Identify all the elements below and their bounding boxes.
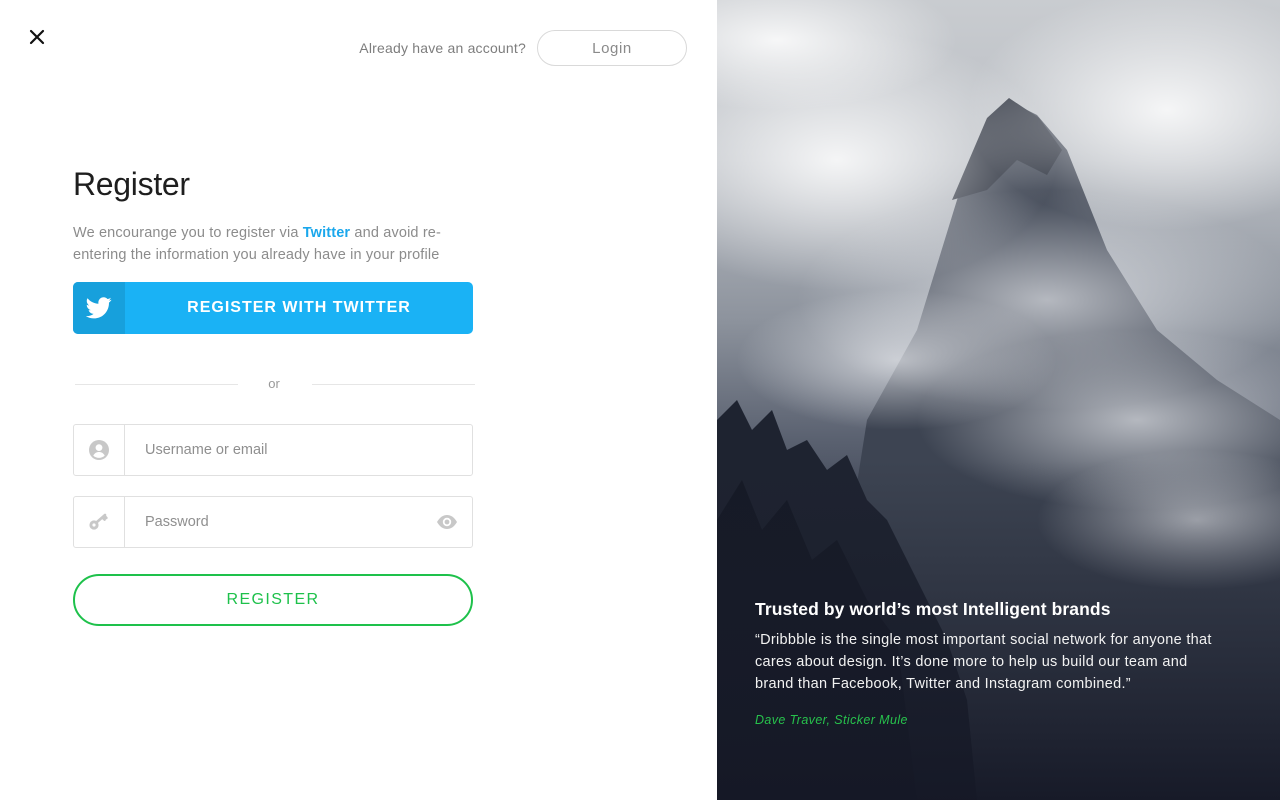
password-input[interactable]: [125, 497, 422, 547]
account-bar: Already have an account? Login: [359, 30, 687, 66]
intro-text-start: We encourange you to register via: [73, 225, 303, 241]
intro-text: We encourange you to register via Twitte…: [73, 222, 473, 266]
hero-image-panel: Trusted by world’s most Intelligent bran…: [717, 0, 1280, 800]
register-form: Register We encourange you to register v…: [73, 164, 475, 626]
register-panel: Already have an account? Login Register …: [0, 0, 717, 800]
or-divider: or: [73, 374, 475, 394]
register-with-twitter-button[interactable]: REGISTER WITH TWITTER: [73, 282, 473, 334]
user-circle-icon: [74, 425, 125, 475]
twitter-button-label: REGISTER WITH TWITTER: [187, 299, 411, 316]
login-button[interactable]: Login: [537, 30, 687, 66]
username-input[interactable]: [125, 425, 472, 475]
testimonial-author: Dave Traver, Sticker Mule: [755, 713, 908, 727]
testimonial: Trusted by world’s most Intelligent bran…: [755, 597, 1225, 727]
testimonial-title: Trusted by world’s most Intelligent bran…: [755, 599, 1111, 619]
testimonial-quote: “Dribbble is the single most important s…: [755, 632, 1212, 692]
page-title: Register: [73, 166, 190, 202]
eye-icon[interactable]: [422, 497, 472, 547]
close-icon[interactable]: [26, 26, 48, 48]
twitter-link[interactable]: Twitter: [303, 225, 351, 241]
register-button[interactable]: REGISTER: [73, 574, 473, 626]
username-field: [73, 424, 473, 476]
divider-line-right: [312, 384, 475, 385]
twitter-bird-icon: [73, 282, 125, 334]
key-icon: [74, 497, 125, 547]
account-hint: Already have an account?: [359, 40, 526, 56]
password-field: [73, 496, 473, 548]
